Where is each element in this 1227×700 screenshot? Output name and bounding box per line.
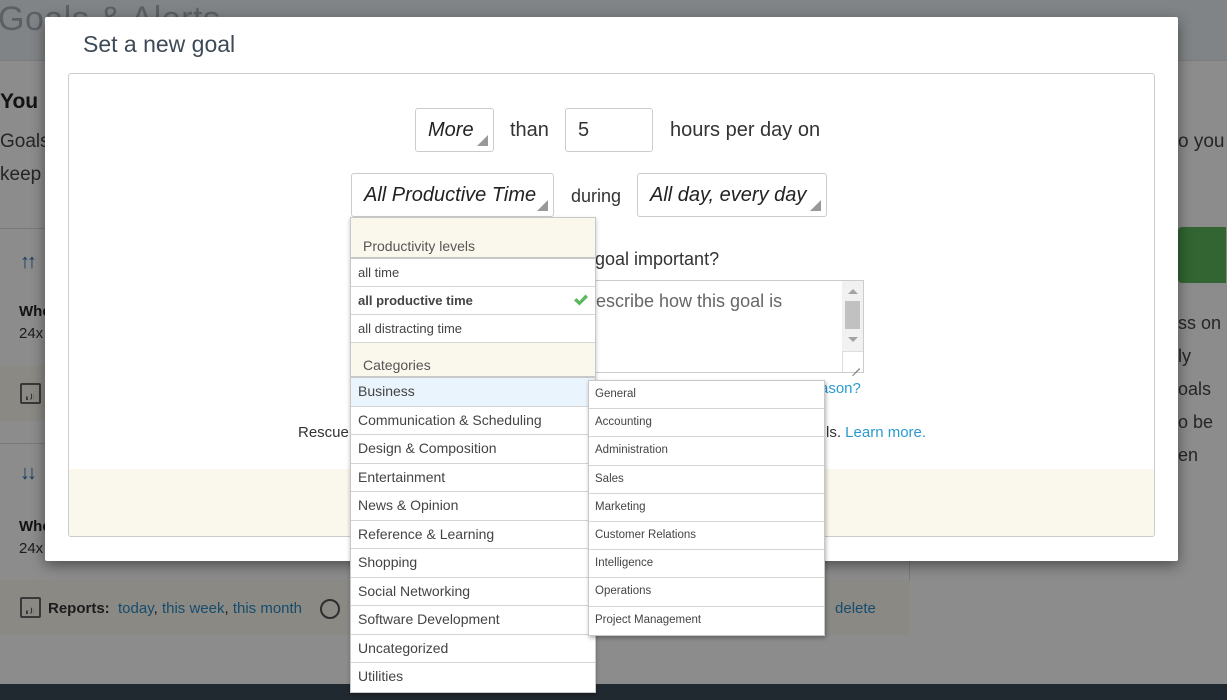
- category-social-networking[interactable]: Social Networking: [351, 577, 595, 606]
- why-important-placeholder: escribe how this goal is: [596, 291, 783, 311]
- than-label: than: [510, 119, 549, 141]
- activity-select-value: All Productive Time: [364, 184, 537, 206]
- hours-input[interactable]: 5: [565, 108, 653, 152]
- category-design-composition[interactable]: Design & Composition: [351, 435, 595, 464]
- option-all-distracting-time[interactable]: all distracting time: [351, 315, 595, 343]
- option-all-time[interactable]: all time: [351, 259, 595, 287]
- group-header-categories: Categories: [351, 343, 595, 378]
- option-label: all time: [358, 265, 400, 280]
- business-submenu: General Accounting Administration Sales …: [588, 380, 825, 636]
- subcategory-sales[interactable]: Sales: [589, 466, 824, 494]
- activity-dropdown: Productivity levels all time all product…: [350, 217, 596, 693]
- option-label: all productive time: [358, 293, 473, 308]
- comparison-select-value: More: [428, 119, 474, 141]
- select-corner-icon: [537, 200, 548, 211]
- info-text-end: ls. Learn more.: [826, 424, 926, 441]
- why-important-label: goal important?: [595, 249, 720, 269]
- hours-label: hours per day on: [670, 119, 821, 141]
- category-utilities[interactable]: Utilities: [351, 663, 595, 692]
- resize-grip-icon[interactable]: [842, 351, 863, 372]
- category-business[interactable]: Business: [351, 378, 595, 407]
- subcategory-intelligence[interactable]: Intelligence: [589, 550, 824, 579]
- learn-more-link[interactable]: Learn more.: [845, 424, 926, 441]
- info-text-tail: ls.: [826, 424, 841, 441]
- group-header-productivity: Productivity levels: [351, 218, 595, 259]
- category-reference-learning[interactable]: Reference & Learning: [351, 520, 595, 549]
- select-corner-icon: [477, 135, 488, 146]
- schedule-select-value: All day, every day: [650, 184, 807, 206]
- category-uncategorized[interactable]: Uncategorized: [351, 634, 595, 663]
- option-label: all distracting time: [358, 321, 463, 336]
- activity-select[interactable]: All Productive Time: [351, 173, 554, 217]
- during-label: during: [571, 186, 622, 206]
- modal-title: Set a new goal: [83, 31, 236, 57]
- category-software-development[interactable]: Software Development: [351, 606, 595, 635]
- subcategory-project-management[interactable]: Project Management: [589, 607, 824, 635]
- why-important-textarea[interactable]: escribe how this goal is: [560, 280, 864, 373]
- category-shopping[interactable]: Shopping: [351, 549, 595, 578]
- category-news-opinion[interactable]: News & Opinion: [351, 492, 595, 521]
- why-reason-link[interactable]: ason?: [820, 380, 861, 397]
- scroll-down-arrow-icon[interactable]: [848, 337, 858, 342]
- option-all-productive-time[interactable]: all productive time: [351, 287, 595, 315]
- scroll-up-arrow-icon[interactable]: [848, 289, 858, 294]
- category-communication-scheduling[interactable]: Communication & Scheduling: [351, 406, 595, 435]
- subcategory-marketing[interactable]: Marketing: [589, 494, 824, 522]
- subcategory-accounting[interactable]: Accounting: [589, 409, 824, 438]
- info-text: Rescue: [298, 424, 349, 441]
- select-corner-icon: [810, 200, 821, 211]
- subcategory-general[interactable]: General: [589, 381, 824, 410]
- subcategory-customer-relations[interactable]: Customer Relations: [589, 522, 824, 551]
- subcategory-operations[interactable]: Operations: [589, 578, 824, 607]
- checkmark-icon: [574, 294, 588, 306]
- category-entertainment[interactable]: Entertainment: [351, 463, 595, 492]
- subcategory-administration[interactable]: Administration: [589, 437, 824, 466]
- comparison-select[interactable]: More: [415, 108, 494, 152]
- schedule-select[interactable]: All day, every day: [637, 173, 827, 217]
- scroll-thumb[interactable]: [845, 301, 860, 329]
